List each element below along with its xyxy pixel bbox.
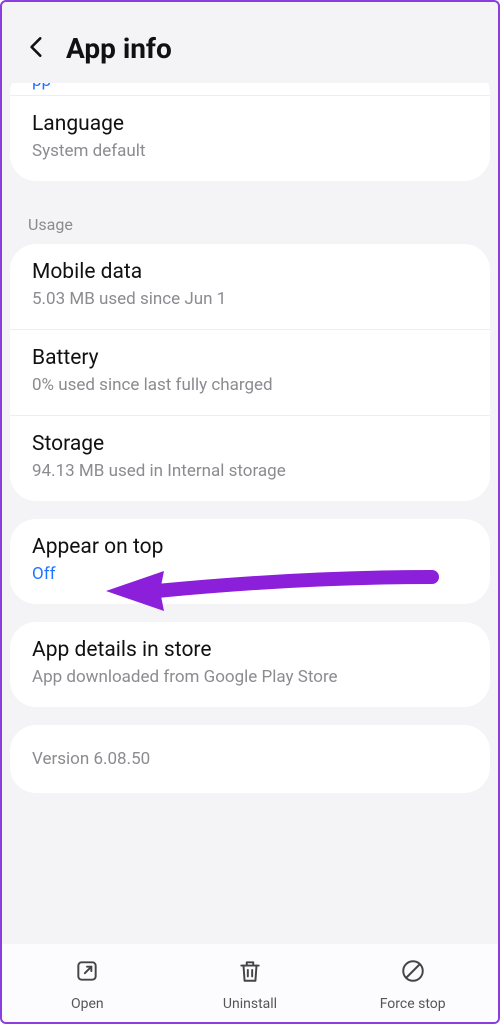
card-usage: Mobile data 5.03 MB used since Jun 1 Bat… [10, 244, 490, 501]
row-sub: 0% used since last fully charged [32, 374, 468, 397]
card-app-details: App details in store App downloaded from… [10, 622, 490, 707]
content-scroll[interactable]: pp Language System default Usage Mobile … [2, 83, 498, 944]
cutoff-row: pp [10, 83, 490, 95]
bottom-action-bar: Open Uninstall Force stop [2, 944, 498, 1022]
row-app-details[interactable]: App details in store App downloaded from… [10, 622, 490, 707]
trash-icon [237, 958, 263, 988]
version-text: Version 6.08.50 [32, 749, 468, 769]
app-info-screen: App info pp Language System default Usag… [0, 0, 500, 1024]
row-storage[interactable]: Storage 94.13 MB used in Internal storag… [10, 415, 490, 501]
row-sub: 5.03 MB used since Jun 1 [32, 288, 468, 311]
row-appear-on-top[interactable]: Appear on top Off [10, 519, 490, 604]
row-battery[interactable]: Battery 0% used since last fully charged [10, 329, 490, 415]
uninstall-label: Uninstall [223, 996, 277, 1012]
card-version: Version 6.08.50 [10, 725, 490, 793]
open-button[interactable]: Open [6, 958, 169, 1012]
force-stop-button[interactable]: Force stop [331, 958, 494, 1012]
section-label-usage: Usage [2, 199, 498, 244]
row-sub: Off [32, 563, 468, 586]
page-title: App info [66, 32, 172, 65]
card-top-partial: pp Language System default [10, 83, 490, 181]
row-title: Storage [32, 432, 468, 456]
row-sub: System default [32, 140, 468, 163]
row-sub: 94.13 MB used in Internal storage [32, 460, 468, 483]
card-appear-on-top: Appear on top Off [10, 519, 490, 604]
force-stop-label: Force stop [380, 996, 446, 1012]
row-title: Mobile data [32, 260, 468, 284]
row-language[interactable]: Language System default [10, 95, 490, 181]
back-icon[interactable] [24, 34, 50, 64]
header-bar: App info [2, 2, 498, 83]
row-title: App details in store [32, 638, 468, 662]
uninstall-button[interactable]: Uninstall [169, 958, 332, 1012]
open-icon [74, 958, 100, 988]
row-sub: App downloaded from Google Play Store [32, 666, 468, 689]
row-mobile-data[interactable]: Mobile data 5.03 MB used since Jun 1 [10, 244, 490, 329]
row-title: Battery [32, 346, 468, 370]
stop-icon [400, 958, 426, 988]
row-title: Appear on top [32, 535, 468, 559]
open-label: Open [71, 996, 104, 1012]
row-title: Language [32, 112, 468, 136]
